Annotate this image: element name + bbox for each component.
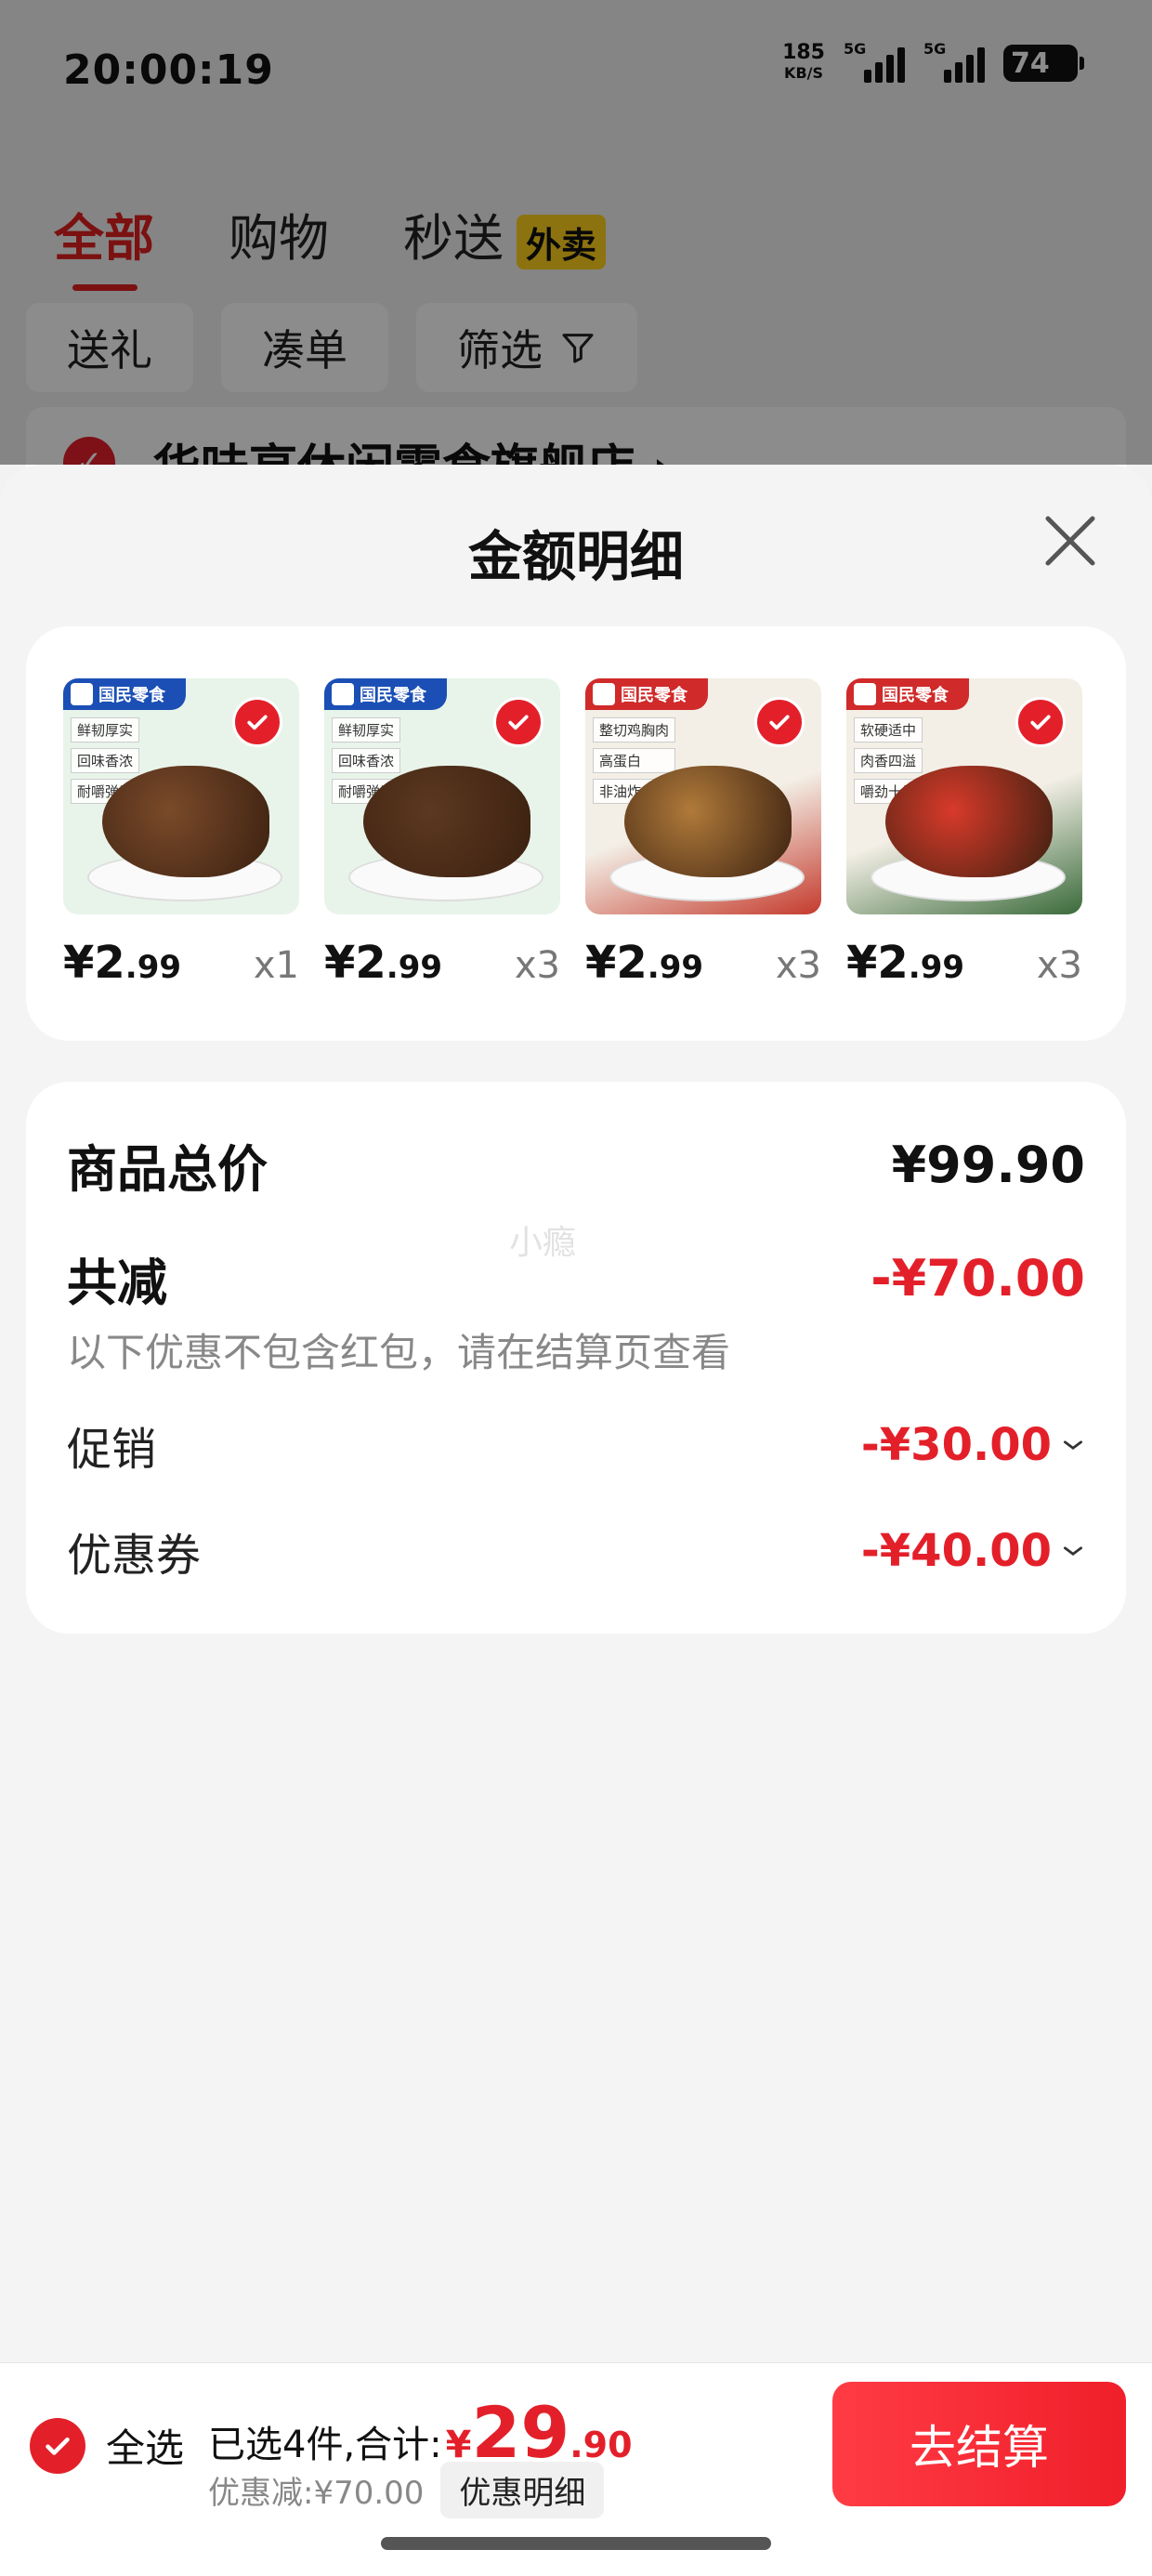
- chevron-down-icon: [1063, 1546, 1083, 1556]
- product-image[interactable]: 国民零食 鲜韧厚实 回味香浓 耐嚼弹牙: [63, 678, 299, 914]
- brand-logo-icon: [593, 683, 615, 705]
- product-tag: 肉香四溢: [854, 748, 923, 773]
- coupon-row[interactable]: 优惠券 -¥40.00: [67, 1518, 1085, 1584]
- brand-label: 国民零食: [324, 678, 447, 710]
- product-price-row: ¥2.99 x1: [63, 937, 299, 989]
- amount-detail-sheet: 金额明细 国民零食 鲜韧厚实 回味香浓 耐嚼弹牙 ¥2.99 x1 国民零食 鲜韧厚实 回味香浓…: [0, 465, 1152, 2576]
- product-quantity: x1: [253, 944, 299, 987]
- product-item[interactable]: 国民零食 软硬适中 肉香四溢 嚼劲十足 ¥2.99 x3: [846, 678, 1082, 989]
- total-amount-dec: .90: [569, 2425, 633, 2465]
- product-price-row: ¥2.99 x3: [846, 937, 1082, 989]
- promo-row[interactable]: 促销 -¥30.00: [67, 1413, 1085, 1478]
- check-icon[interactable]: [232, 697, 282, 747]
- product-price-row: ¥2.99 x3: [585, 937, 821, 989]
- products-card: 国民零食 鲜韧厚实 回味香浓 耐嚼弹牙 ¥2.99 x1 国民零食 鲜韧厚实 回味香浓 耐嚼弹牙 ¥…: [26, 626, 1126, 1041]
- product-price: ¥2.99: [585, 937, 704, 989]
- food-image: [363, 766, 530, 877]
- product-tag: 鲜韧厚实: [332, 717, 401, 743]
- reduce-row: 共减 -¥70.00: [67, 1242, 1085, 1315]
- total-currency: ¥: [445, 2424, 472, 2466]
- coupon-value[interactable]: -¥40.00: [861, 1525, 1085, 1577]
- select-all-label: 全选: [106, 2425, 185, 2471]
- product-price-row: ¥2.99 x3: [324, 937, 560, 989]
- chevron-down-icon: [1063, 1440, 1083, 1450]
- product-price: ¥2.99: [324, 937, 443, 989]
- food-image: [885, 766, 1053, 877]
- reduce-label: 共减: [67, 1254, 167, 1312]
- product-image[interactable]: 国民零食 软硬适中 肉香四溢 嚼劲十足: [846, 678, 1082, 914]
- brand-label: 国民零食: [846, 678, 969, 710]
- total-row: 商品总价 ¥99.90: [67, 1128, 1085, 1202]
- product-tag: 鲜韧厚实: [71, 717, 140, 743]
- selected-count: 已选4件,合计:: [208, 2424, 442, 2466]
- food-image: [102, 766, 269, 877]
- product-quantity: x3: [514, 944, 560, 987]
- check-icon[interactable]: [754, 697, 805, 747]
- product-quantity: x3: [775, 944, 821, 987]
- product-price: ¥2.99: [63, 937, 182, 989]
- overlay-dim[interactable]: [0, 0, 1152, 465]
- brand-logo-icon: [332, 683, 354, 705]
- promo-label: 促销: [67, 1424, 157, 1476]
- product-tag: 回味香浓: [332, 748, 401, 773]
- product-tag: 回味香浓: [71, 748, 140, 773]
- checkout-button[interactable]: 去结算: [832, 2382, 1126, 2506]
- discount-note: 以下优惠不包含红包，请在结算页查看: [67, 1330, 731, 1375]
- discount-line: 优惠减:¥70.00 优惠明细: [208, 2462, 605, 2518]
- home-indicator[interactable]: [381, 2537, 771, 2550]
- discount-detail-button[interactable]: 优惠明细: [440, 2462, 605, 2518]
- product-tag: 整切鸡胸肉: [593, 717, 676, 743]
- total-label: 商品总价: [67, 1140, 268, 1199]
- discount-text: 优惠减:¥70.00: [208, 2475, 425, 2512]
- promo-value[interactable]: -¥30.00: [861, 1419, 1085, 1471]
- brand-label: 国民零食: [63, 678, 186, 710]
- brand-label: 国民零食: [585, 678, 708, 710]
- sheet-title: 金额明细: [467, 525, 684, 588]
- product-quantity: x3: [1036, 944, 1082, 987]
- product-image[interactable]: 国民零食 鲜韧厚实 回味香浓 耐嚼弹牙: [324, 678, 560, 914]
- product-image[interactable]: 国民零食 整切鸡胸肉 高蛋白 非油炸: [585, 678, 821, 914]
- reduce-value: -¥70.00: [871, 1249, 1085, 1308]
- product-item[interactable]: 国民零食 鲜韧厚实 回味香浓 耐嚼弹牙 ¥2.99 x3: [324, 678, 560, 989]
- product-item[interactable]: 国民零食 鲜韧厚实 回味香浓 耐嚼弹牙 ¥2.99 x1: [63, 678, 299, 989]
- product-tag: 高蛋白: [593, 748, 676, 773]
- close-icon[interactable]: [1041, 511, 1100, 571]
- product-price: ¥2.99: [846, 937, 965, 989]
- brand-logo-icon: [854, 683, 876, 705]
- total-value: ¥99.90: [891, 1136, 1085, 1194]
- product-tag: 软硬适中: [854, 717, 923, 743]
- summary-card: 小瘾 商品总价 ¥99.90 共减 -¥70.00 以下优惠不包含红包，请在结算…: [26, 1082, 1126, 1634]
- check-icon[interactable]: [493, 697, 543, 747]
- check-icon[interactable]: [30, 2417, 85, 2474]
- product-item[interactable]: 国民零食 整切鸡胸肉 高蛋白 非油炸 ¥2.99 x3: [585, 678, 821, 989]
- brand-logo-icon: [71, 683, 93, 705]
- food-image: [624, 766, 792, 877]
- check-icon[interactable]: [1015, 697, 1066, 747]
- select-all[interactable]: 全选: [30, 2417, 184, 2474]
- coupon-label: 优惠券: [67, 1530, 202, 1582]
